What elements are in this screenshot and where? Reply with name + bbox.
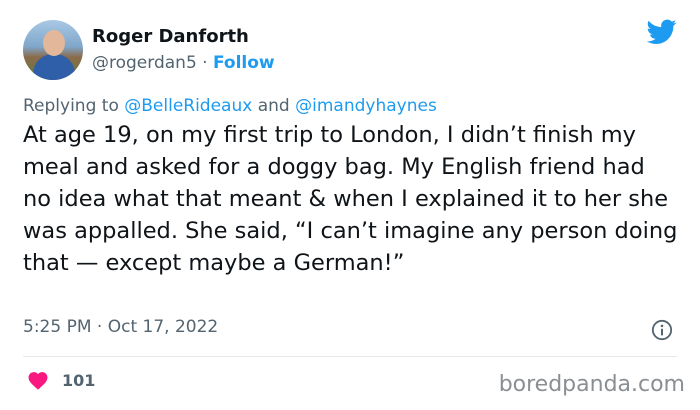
twitter-bird-icon[interactable]: [647, 19, 677, 45]
tweet-date: Oct 17, 2022: [107, 317, 219, 337]
tweet-time: 5:25 PM: [23, 317, 92, 337]
like-button[interactable]: 101: [27, 370, 95, 390]
mention-link[interactable]: @imandyhaynes: [295, 96, 437, 116]
reply-conjunction: and: [252, 96, 296, 116]
author-block: Roger Danforth @rogerdan5 · Follow: [92, 25, 275, 75]
follow-button[interactable]: Follow: [213, 53, 275, 73]
tweet-header: Roger Danforth @rogerdan5 · Follow: [23, 20, 275, 80]
author-display-name[interactable]: Roger Danforth: [92, 25, 275, 49]
reply-context: Replying to @BelleRideaux and @imandyhay…: [23, 96, 437, 116]
info-icon[interactable]: [651, 319, 673, 341]
author-handle-row: @rogerdan5 · Follow: [92, 51, 275, 75]
heart-icon[interactable]: [27, 370, 49, 390]
divider: [23, 356, 677, 357]
author-handle[interactable]: @rogerdan5: [92, 53, 197, 73]
avatar[interactable]: [23, 20, 83, 80]
handle-separator: ·: [196, 53, 213, 73]
timestamp-separator: ·: [91, 317, 108, 337]
like-count: 101: [62, 370, 96, 390]
mention-link[interactable]: @BelleRideaux: [124, 96, 252, 116]
reply-prefix: Replying to: [23, 96, 125, 116]
tweet-text: At age 19, on my first trip to London, I…: [23, 122, 678, 276]
tweet-timestamp[interactable]: 5:25 PM · Oct 17, 2022: [23, 317, 218, 337]
watermark: boredpanda.com: [498, 372, 685, 397]
